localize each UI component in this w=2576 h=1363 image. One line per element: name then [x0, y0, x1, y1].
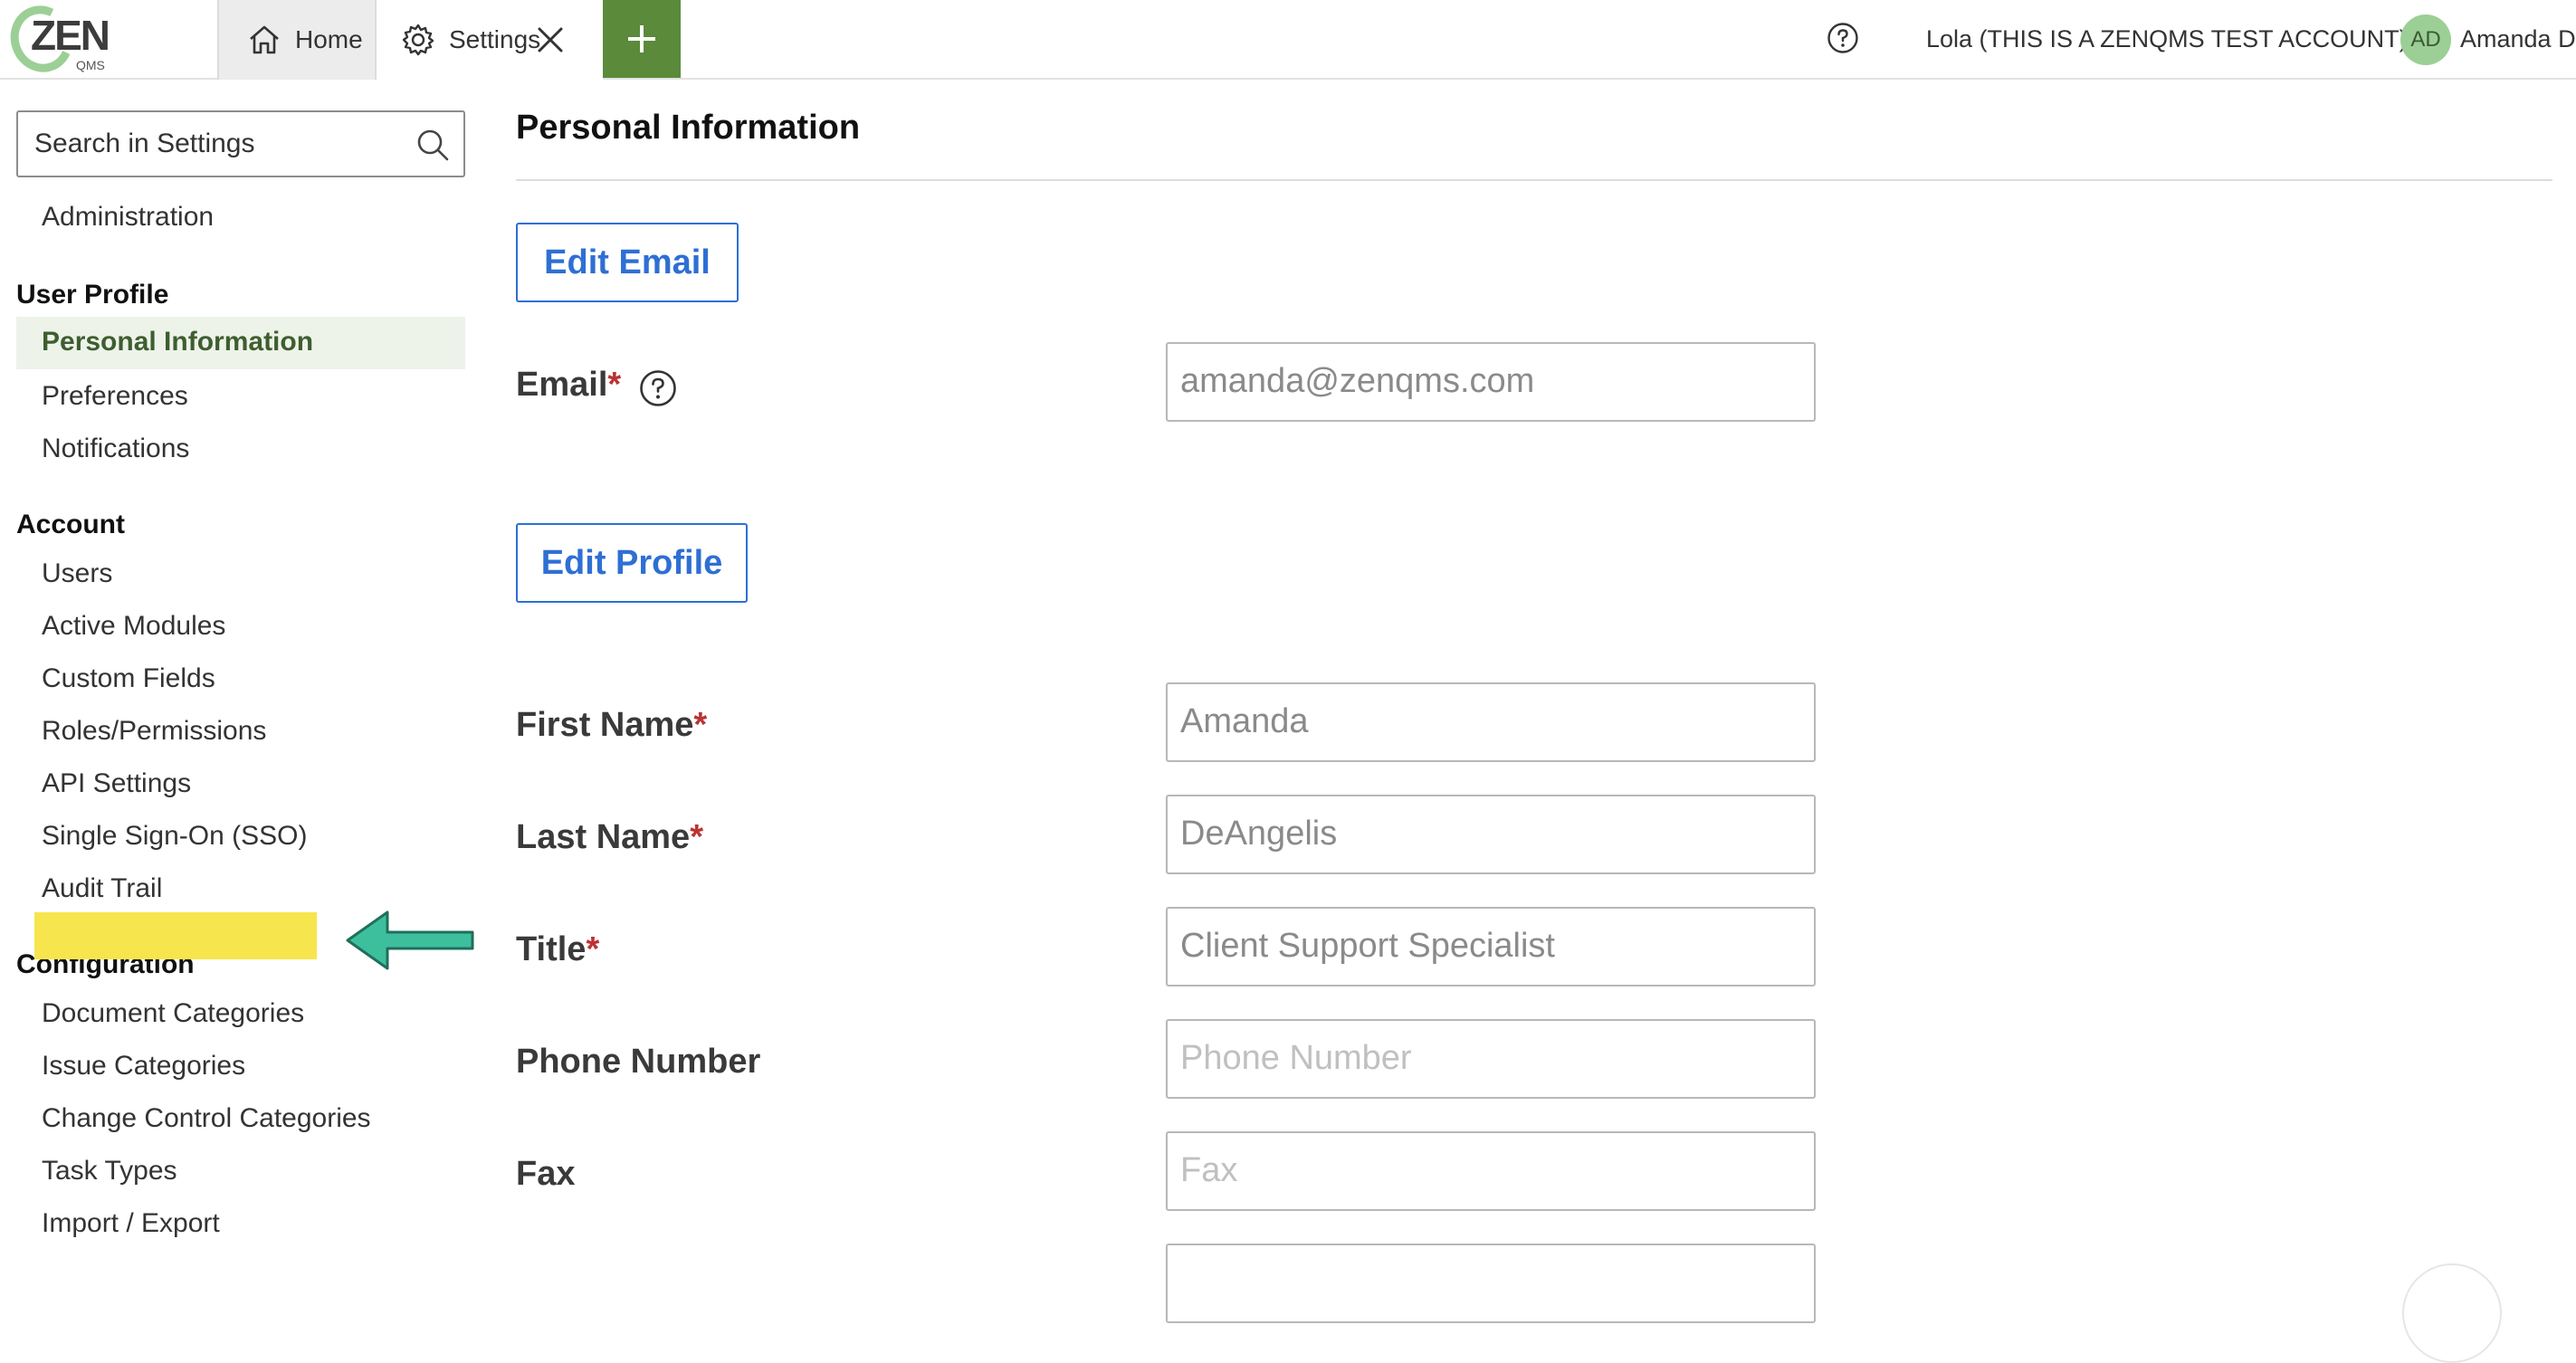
edit-profile-button[interactable]: Edit Profile: [516, 523, 748, 603]
sidebar-item-custom-fields[interactable]: Custom Fields: [42, 661, 215, 697]
required-mark: *: [586, 930, 600, 968]
sidebar-item-personal-information[interactable]: Personal Information: [42, 324, 313, 360]
close-icon[interactable]: [532, 20, 568, 60]
first-name-label-text: First Name: [516, 706, 694, 744]
phone-number-placeholder: Phone Number: [1180, 1039, 1412, 1077]
email-label-text: Email: [516, 366, 608, 404]
next-field-partial[interactable]: [1166, 1244, 1816, 1323]
add-tab-button[interactable]: [603, 0, 681, 78]
email-label: Email*: [516, 366, 621, 405]
title-field[interactable]: Client Support Specialist: [1166, 907, 1816, 987]
logo-sub: QMS: [76, 58, 105, 72]
sidebar-item-audit-trail[interactable]: Audit Trail: [42, 871, 162, 907]
logo-word: ZEN: [31, 12, 110, 59]
title-value: Client Support Specialist: [1180, 927, 1555, 965]
tab-home-label: Home: [295, 25, 363, 53]
phone-number-label: Phone Number: [516, 1043, 761, 1081]
sidebar-item-preferences[interactable]: Preferences: [42, 378, 188, 415]
fax-placeholder: Fax: [1180, 1151, 1238, 1189]
tab-settings[interactable]: Settings: [377, 0, 603, 80]
sidebar-item-users[interactable]: Users: [42, 556, 112, 592]
first-name-value: Amanda: [1180, 702, 1309, 740]
search-input[interactable]: [18, 112, 415, 176]
title-label-text: Title: [516, 930, 587, 968]
help-icon[interactable]: [639, 369, 677, 407]
tab-settings-label: Settings: [449, 25, 541, 53]
sidebar-item-issue-categories[interactable]: Issue Categories: [42, 1048, 245, 1084]
zenqms-logo[interactable]: ZEN QMS: [1, 0, 116, 81]
sidebar-item-change-control-categories[interactable]: Change Control Categories: [42, 1101, 371, 1137]
sidebar-item-active-modules[interactable]: Active Modules: [42, 608, 225, 644]
page-title: Personal Information: [516, 109, 861, 147]
required-mark: *: [607, 366, 622, 404]
settings-sidebar: Administration User Profile Personal Inf…: [0, 80, 471, 1272]
phone-number-field[interactable]: Phone Number: [1166, 1019, 1816, 1099]
last-name-label-text: Last Name: [516, 818, 691, 856]
email-value: amanda@zenqms.com: [1180, 362, 1535, 400]
first-name-label: First Name*: [516, 706, 707, 745]
fax-label: Fax: [516, 1155, 576, 1193]
sidebar-item-api-settings[interactable]: API Settings: [42, 766, 191, 802]
sidebar-header-user-profile: User Profile: [16, 280, 169, 310]
avatar[interactable]: AD: [2400, 14, 2451, 65]
highlight-marker: [34, 912, 317, 959]
email-field[interactable]: amanda@zenqms.com: [1166, 342, 1816, 422]
first-name-field[interactable]: Amanda: [1166, 682, 1816, 762]
settings-search[interactable]: [16, 110, 465, 177]
sidebar-header-account: Account: [16, 510, 125, 539]
edit-email-button[interactable]: Edit Email: [516, 223, 739, 302]
sidebar-item-administration[interactable]: Administration: [42, 199, 214, 235]
sidebar-item-sso[interactable]: Single Sign-On (SSO): [42, 818, 307, 854]
user-name[interactable]: Amanda D: [2460, 25, 2576, 53]
fax-field[interactable]: Fax: [1166, 1131, 1816, 1211]
last-name-field[interactable]: DeAngelis: [1166, 795, 1816, 874]
required-mark: *: [693, 706, 708, 744]
tab-home[interactable]: Home: [217, 0, 377, 80]
sidebar-item-roles-permissions[interactable]: Roles/Permissions: [42, 713, 266, 749]
gear-icon: [402, 24, 434, 56]
last-name-label: Last Name*: [516, 818, 703, 857]
sidebar-item-document-categories[interactable]: Document Categories: [42, 996, 304, 1032]
account-name[interactable]: Lola (THIS IS A ZENQMS TEST ACCOUNT): [1926, 25, 2408, 53]
last-name-value: DeAngelis: [1180, 815, 1338, 853]
top-bar: ZEN QMS Home Settings Lola (THIS IS A ZE…: [0, 0, 2576, 81]
annotation-arrow-icon: [346, 910, 474, 970]
help-icon[interactable]: [1827, 22, 1859, 54]
home-icon: [250, 25, 279, 54]
sidebar-item-import-export[interactable]: Import / Export: [42, 1206, 220, 1242]
plus-icon: [628, 25, 655, 52]
title-label: Title*: [516, 930, 599, 969]
sidebar-item-task-types[interactable]: Task Types: [42, 1153, 177, 1189]
sidebar-item-notifications[interactable]: Notifications: [42, 431, 189, 467]
search-icon[interactable]: [415, 127, 451, 163]
title-divider: [516, 179, 2552, 181]
required-mark: *: [690, 818, 703, 856]
floating-action-button-partial[interactable]: [2402, 1263, 2502, 1363]
